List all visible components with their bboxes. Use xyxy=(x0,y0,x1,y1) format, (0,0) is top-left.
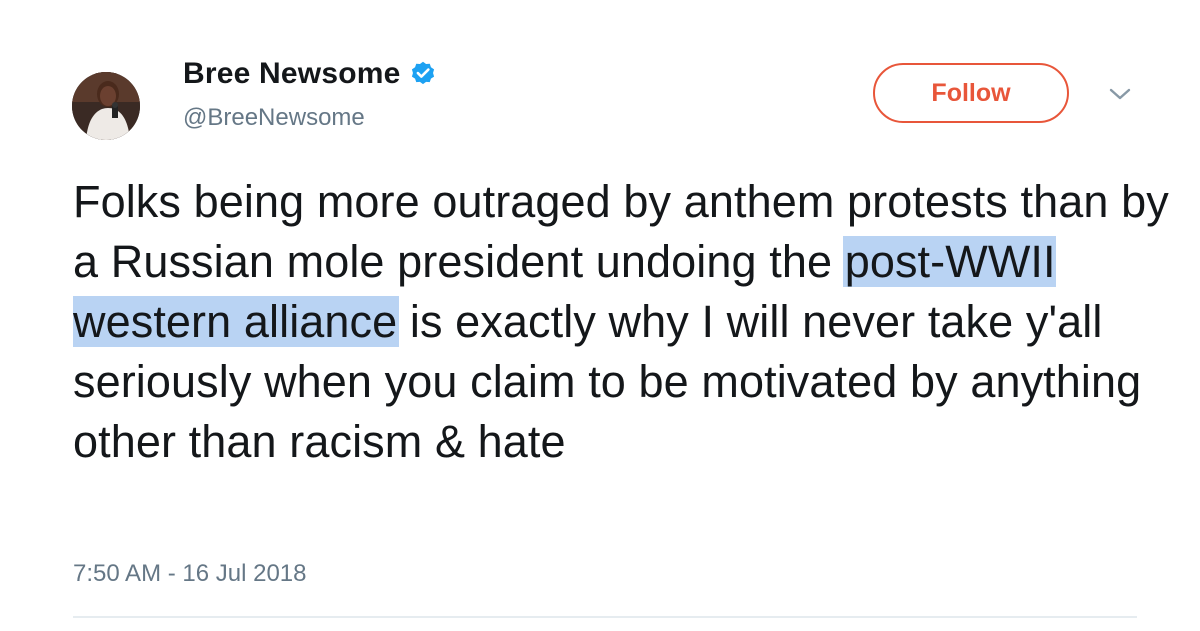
chevron-down-icon[interactable] xyxy=(1106,84,1134,104)
verified-badge-icon xyxy=(409,60,437,88)
tweet-timestamp[interactable]: 7:50 AM - 16 Jul 2018 xyxy=(73,560,306,588)
tweet-text: Folks being more outraged by anthem prot… xyxy=(73,172,1173,472)
avatar-photo xyxy=(72,72,140,140)
author-display-name[interactable]: Bree Newsome xyxy=(183,57,401,91)
author-name-row: Bree Newsome xyxy=(183,56,437,92)
avatar[interactable] xyxy=(72,72,140,140)
author-handle[interactable]: @BreeNewsome xyxy=(183,104,365,132)
follow-button[interactable]: Follow xyxy=(873,63,1069,123)
divider xyxy=(73,616,1137,618)
